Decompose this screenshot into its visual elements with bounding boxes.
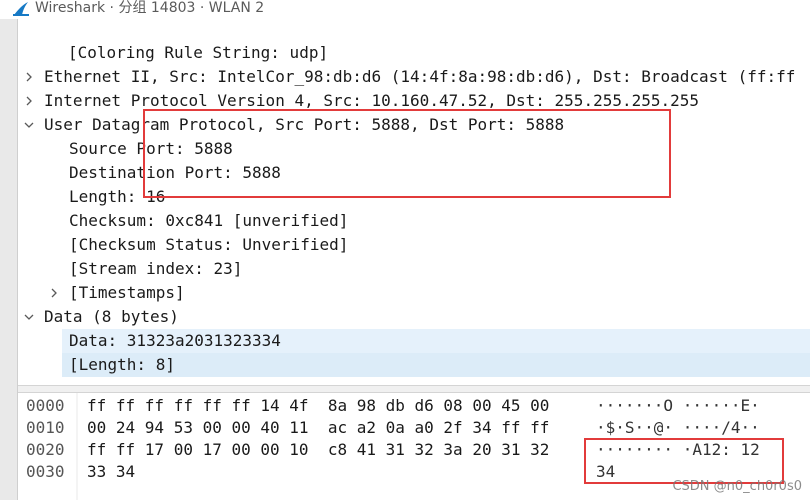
tree-row-data-value[interactable]: Data: 31323a2031323334 [62, 329, 810, 353]
tree-row-label: Source Port: 5888 [69, 139, 233, 158]
tree-row-data-length[interactable]: [Length: 8] [62, 353, 810, 377]
bytes-hex[interactable]: 33 34 [87, 461, 135, 483]
tree-row-ethernet[interactable]: Ethernet II, Src: IntelCor_98:db:d6 (14:… [18, 65, 810, 89]
bytes-hex[interactable]: 00 24 94 53 00 00 40 11 ac a2 0a a0 2f 3… [87, 417, 549, 439]
bytes-row[interactable]: 0010 00 24 94 53 00 00 40 11 ac a2 0a a0… [18, 417, 760, 439]
tree-row-label: [Checksum Status: Unverified] [69, 235, 349, 254]
bytes-row[interactable]: 0030 33 34 34 [18, 461, 615, 483]
chevron-down-icon[interactable] [22, 113, 36, 137]
packet-details-pane[interactable]: [Coloring Rule String: udp] Ethernet II,… [18, 39, 810, 379]
tree-row-checksum[interactable]: Checksum: 0xc841 [unverified] [18, 209, 810, 233]
wireshark-fin-icon [13, 2, 29, 16]
tree-row-dst-port[interactable]: Destination Port: 5888 [18, 161, 810, 185]
tree-row-label: User Datagram Protocol, Src Port: 5888, … [44, 115, 565, 134]
tree-row-label: Destination Port: 5888 [69, 163, 281, 182]
tree-row-stream-index[interactable]: [Stream index: 23] [18, 257, 810, 281]
tree-row-length[interactable]: Length: 16 [18, 185, 810, 209]
watermark: CSDN @n0_ch0r0s0 [672, 479, 802, 494]
tree-row-checksum-status[interactable]: [Checksum Status: Unverified] [18, 233, 810, 257]
tree-row-label: Checksum: 0xc841 [unverified] [69, 211, 349, 230]
chevron-right-icon[interactable] [47, 281, 61, 305]
bytes-ascii[interactable]: ········ ·A12: 12 [596, 439, 760, 461]
bytes-row[interactable]: 0020 ff ff 17 00 17 00 00 10 c8 41 31 32… [18, 439, 760, 461]
bytes-hex[interactable]: ff ff 17 00 17 00 00 10 c8 41 31 32 3a 2… [87, 439, 549, 461]
bytes-ascii[interactable]: ·······O ······E· [596, 395, 760, 417]
tree-row-data[interactable]: Data (8 bytes) [18, 305, 810, 329]
pane-splitter[interactable] [18, 385, 810, 393]
chevron-down-icon[interactable] [22, 305, 36, 329]
tree-row-label: [Coloring Rule String: udp] [68, 43, 329, 62]
bytes-ascii[interactable]: 34 [596, 461, 615, 483]
tree-row-ipv4[interactable]: Internet Protocol Version 4, Src: 10.160… [18, 89, 810, 113]
tree-row-src-port[interactable]: Source Port: 5888 [18, 137, 810, 161]
window-left-edge [0, 19, 18, 500]
bytes-offset: 0000 [26, 396, 65, 415]
tree-row-label: Ethernet II, Src: IntelCor_98:db:d6 (14:… [44, 67, 796, 86]
tree-row-label: [Length: 8] [69, 355, 175, 374]
bytes-ascii[interactable]: ·$·S··@· ····/4·· [596, 417, 760, 439]
tree-row-label: Length: 16 [69, 187, 166, 206]
tree-row-label: Data (8 bytes) [44, 307, 179, 326]
tree-row-coloring-rule[interactable]: [Coloring Rule String: udp] [18, 41, 810, 65]
bytes-offset: 0020 [26, 440, 65, 459]
tree-row-label: Data: 31323a2031323334 [69, 331, 281, 350]
bytes-row[interactable]: 0000 ff ff ff ff ff ff 14 4f 8a 98 db d6… [18, 395, 760, 417]
bytes-offset: 0030 [26, 462, 65, 481]
tree-row-label: [Timestamps] [69, 283, 185, 302]
tree-row-label: Internet Protocol Version 4, Src: 10.160… [44, 91, 700, 110]
window-title: Wireshark · 分组 14803 · WLAN 2 [35, 0, 265, 16]
chevron-right-icon[interactable] [22, 89, 36, 113]
chevron-right-icon[interactable] [22, 65, 36, 89]
tree-row-timestamps[interactable]: [Timestamps] [18, 281, 810, 305]
bytes-offset: 0010 [26, 418, 65, 437]
offset-divider [76, 393, 78, 500]
title-bar: Wireshark · 分组 14803 · WLAN 2 [0, 0, 810, 19]
tree-row-udp[interactable]: User Datagram Protocol, Src Port: 5888, … [18, 113, 810, 137]
tree-row-label: [Stream index: 23] [69, 259, 243, 278]
bytes-hex[interactable]: ff ff ff ff ff ff 14 4f 8a 98 db d6 08 0… [87, 395, 549, 417]
